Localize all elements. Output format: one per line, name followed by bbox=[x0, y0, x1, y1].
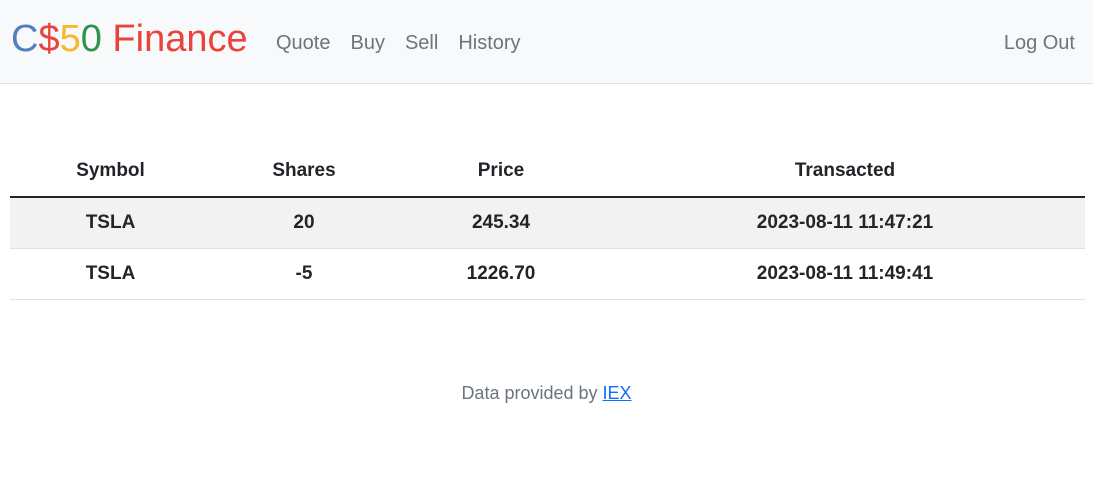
nav-link-history[interactable]: History bbox=[458, 31, 520, 55]
table-row: TSLA 20 245.34 2023-08-11 11:47:21 bbox=[10, 197, 1085, 249]
nav-link-quote[interactable]: Quote bbox=[276, 31, 330, 55]
table-body: TSLA 20 245.34 2023-08-11 11:47:21 TSLA … bbox=[10, 197, 1085, 300]
brand-dollar: $ bbox=[38, 18, 60, 60]
header-transacted: Transacted bbox=[605, 146, 1085, 198]
brand-finance: Finance bbox=[101, 18, 248, 60]
cell-price: 1226.70 bbox=[397, 248, 605, 300]
brand-digit-0: 0 bbox=[80, 18, 102, 60]
cell-symbol: TSLA bbox=[10, 197, 211, 249]
cell-symbol: TSLA bbox=[10, 248, 211, 300]
cell-shares: 20 bbox=[211, 197, 397, 249]
header-row: Symbol Shares Price Transacted bbox=[10, 146, 1085, 198]
table-header: Symbol Shares Price Transacted bbox=[10, 146, 1085, 198]
brand-letter-c: C bbox=[11, 18, 39, 60]
cell-transacted: 2023-08-11 11:47:21 bbox=[605, 197, 1085, 249]
header-shares: Shares bbox=[211, 146, 397, 198]
cell-price: 245.34 bbox=[397, 197, 605, 249]
table-row: TSLA -5 1226.70 2023-08-11 11:49:41 bbox=[10, 248, 1085, 300]
footer-text: Data provided by bbox=[461, 383, 603, 403]
nav-link-sell[interactable]: Sell bbox=[405, 31, 438, 55]
header-price: Price bbox=[397, 146, 605, 198]
footer: Data provided by IEX bbox=[0, 381, 1093, 405]
nav-links: Quote Buy Sell History bbox=[276, 31, 541, 55]
cell-shares: -5 bbox=[211, 248, 397, 300]
brand-digit-5: 5 bbox=[59, 18, 81, 60]
brand-logo-link[interactable]: C$50 Finance bbox=[11, 17, 248, 61]
header-symbol: Symbol bbox=[10, 146, 211, 198]
iex-link[interactable]: IEX bbox=[603, 383, 632, 403]
history-table: Symbol Shares Price Transacted TSLA 20 2… bbox=[10, 146, 1085, 300]
logout-link[interactable]: Log Out bbox=[1004, 31, 1075, 55]
cell-transacted: 2023-08-11 11:49:41 bbox=[605, 248, 1085, 300]
navbar: C$50 Finance Quote Buy Sell History Log … bbox=[0, 0, 1093, 84]
nav-link-buy[interactable]: Buy bbox=[350, 31, 384, 55]
